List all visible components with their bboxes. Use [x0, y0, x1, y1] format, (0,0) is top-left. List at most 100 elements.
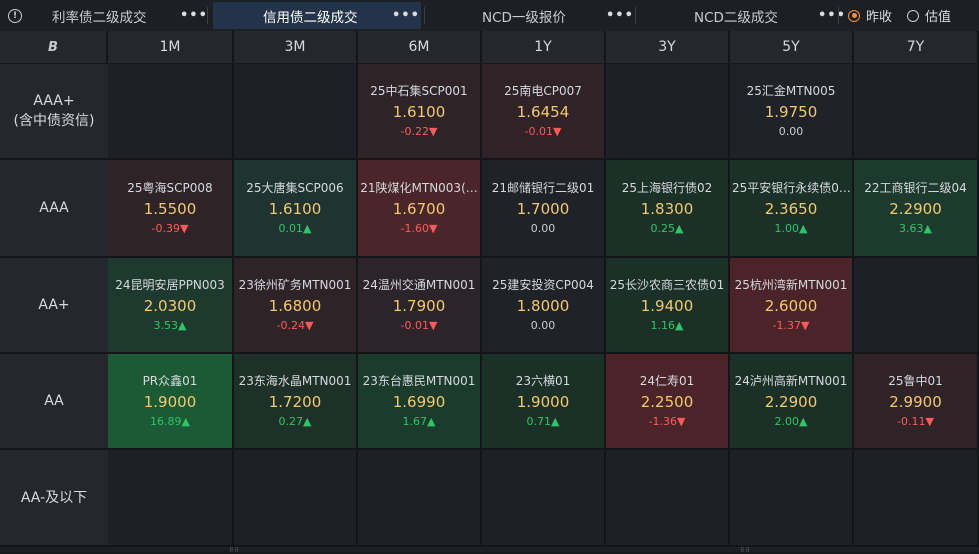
yield-change: -1.37▼ — [772, 319, 810, 332]
bond-name: 25建安投资CP004 — [492, 278, 594, 292]
row-label: AA — [0, 354, 108, 450]
rating-label: AAA+ — [33, 93, 75, 109]
bond-cell[interactable]: 25长沙农商三农债01 1.9400 1.16▲ — [606, 258, 730, 354]
bond-name: 21陕煤化MTN003(… — [360, 181, 478, 195]
yield-change: 1.67▲ — [402, 415, 436, 428]
info-button[interactable]: ! — [0, 0, 30, 31]
bond-name: 25大唐集SCP006 — [246, 181, 344, 195]
bond-name: 24仁寿01 — [639, 374, 695, 388]
bond-cell[interactable]: 25上海银行债02 1.8300 0.25▲ — [606, 160, 730, 258]
tab-ncd-primary-quote[interactable]: NCD一级报价 ••• — [428, 2, 634, 29]
bond-yield: 1.7200 — [268, 393, 322, 411]
bond-cell[interactable]: 22工商银行二级04 2.2900 3.63▲ — [854, 160, 979, 258]
bond-name: 23六横01 — [515, 374, 571, 388]
info-icon: ! — [8, 8, 22, 23]
tab-credit-bond-secondary[interactable]: 信用债二级成交 ••• — [213, 2, 421, 29]
column-header-7y: 7Y — [854, 31, 979, 63]
resize-grip-icon[interactable]: ⠿⠿ — [229, 547, 240, 554]
radio-checked-icon[interactable] — [848, 9, 860, 22]
bond-name: 25南电CP007 — [504, 84, 582, 98]
bond-cell[interactable]: 23徐州矿务MTN001 1.6800 -0.24▼ — [234, 258, 358, 354]
bond-yield: 1.9000 — [516, 393, 570, 411]
radio-valuation[interactable]: 估值 — [907, 0, 951, 31]
row-label: AAA — [0, 160, 108, 258]
rating-sublabel: (含中债资信) — [13, 113, 95, 129]
bond-name: 23徐州矿务MTN001 — [238, 278, 352, 292]
empty-cell — [108, 450, 234, 547]
bond-yield: 1.7000 — [516, 200, 570, 218]
more-icon[interactable]: ••• — [392, 8, 420, 23]
bond-cell[interactable]: 23六横01 1.9000 0.71▲ — [482, 354, 606, 450]
rating-label: AA-及以下 — [20, 489, 88, 506]
bond-cell[interactable]: 24泸州高新MTN001 2.2900 2.00▲ — [730, 354, 854, 450]
bond-cell[interactable]: 25鲁中01 2.9900 -0.11▼ — [854, 354, 979, 450]
yield-change: 3.53▲ — [153, 319, 187, 332]
tab-rate-bond-secondary[interactable]: 利率债二级成交 ••• — [30, 2, 210, 29]
column-header-1y: 1Y — [482, 31, 606, 63]
radio-label: 估值 — [925, 10, 952, 25]
bond-name: 22工商银行二级04 — [864, 181, 967, 195]
bond-cell[interactable]: 25汇金MTN005 1.9750 0.00 — [730, 64, 854, 160]
bond-cell[interactable]: 25南电CP007 1.6454 -0.01▼ — [482, 64, 606, 160]
yield-change: 0.00 — [778, 125, 804, 138]
bond-name: 25中石集SCP001 — [370, 84, 468, 98]
bond-cell[interactable]: 23东海水晶MTN001 1.7200 0.27▲ — [234, 354, 358, 450]
rating-label: AA — [44, 393, 64, 409]
row-label: AAA+ (含中债资信) — [0, 64, 108, 160]
empty-cell — [234, 64, 358, 160]
bond-name: 24昆明安居PPN003 — [115, 278, 225, 292]
empty-cell — [358, 450, 482, 547]
bond-yield: 1.8000 — [516, 297, 570, 315]
rating-label: AAA — [39, 200, 69, 216]
bond-cell[interactable]: PR众鑫01 1.9000 16.89▲ — [108, 354, 234, 450]
resize-grip-icon[interactable]: ⠿⠿ — [740, 547, 751, 554]
bond-name: 25鲁中01 — [888, 374, 943, 388]
yield-change: 0.01▲ — [278, 222, 312, 235]
yield-change: 3.63▲ — [899, 222, 932, 235]
more-icon[interactable]: ••• — [606, 8, 634, 23]
radio-prev-close[interactable]: 昨收 — [848, 0, 892, 31]
tab-divider — [635, 7, 636, 24]
bond-yield: 1.6100 — [268, 200, 322, 218]
bond-yield: 1.9000 — [143, 393, 197, 411]
bond-cell[interactable]: 21邮储银行二级01 1.7000 0.00 — [482, 160, 606, 258]
bond-yield: 2.2900 — [889, 200, 942, 218]
bond-yield: 1.9400 — [640, 297, 694, 315]
more-icon[interactable]: ••• — [180, 8, 208, 23]
bond-cell[interactable]: 21陕煤化MTN003(… 1.6700 -1.60▼ — [358, 160, 482, 258]
bottom-bar — [0, 547, 979, 552]
empty-cell — [108, 64, 234, 160]
empty-cell — [606, 450, 730, 547]
bond-cell[interactable]: 24仁寿01 2.2500 -1.36▼ — [606, 354, 730, 450]
tab-ncd-secondary[interactable]: NCD二级成交 ••• — [640, 2, 845, 29]
bond-yield: 1.6100 — [392, 103, 446, 121]
bond-name: 23东台惠民MTN001 — [362, 374, 476, 388]
bond-yield: 1.6454 — [516, 103, 570, 121]
bond-yield: 1.9750 — [764, 103, 818, 121]
bond-yield: 2.0300 — [143, 297, 197, 315]
bond-yield: 1.6800 — [268, 297, 322, 315]
yield-change: 0.00 — [530, 222, 556, 235]
yield-change: 1.16▲ — [650, 319, 684, 332]
yield-change: 0.25▲ — [650, 222, 684, 235]
tab-divider — [424, 7, 425, 24]
radio-unchecked-icon[interactable] — [907, 9, 919, 22]
bond-cell[interactable]: 25平安银行永续债0… 2.3650 1.00▲ — [730, 160, 854, 258]
bond-cell[interactable]: 24昆明安居PPN003 2.0300 3.53▲ — [108, 258, 234, 354]
empty-cell — [482, 450, 606, 547]
bond-cell[interactable]: 25建安投资CP004 1.8000 0.00 — [482, 258, 606, 354]
bond-cell[interactable]: 25杭州湾新MTN001 2.6000 -1.37▼ — [730, 258, 854, 354]
yield-change: -0.01▼ — [400, 319, 438, 332]
yield-change: 2.00▲ — [774, 415, 808, 428]
tab-bar: ! 利率债二级成交 ••• 信用债二级成交 ••• NCD一级报价 ••• NC… — [0, 0, 979, 32]
bond-cell[interactable]: 23东台惠民MTN001 1.6990 1.67▲ — [358, 354, 482, 450]
yield-change: -1.60▼ — [400, 222, 438, 235]
bond-cell[interactable]: 25中石集SCP001 1.6100 -0.22▼ — [358, 64, 482, 160]
bond-name: PR众鑫01 — [142, 374, 198, 388]
bond-cell[interactable]: 25大唐集SCP006 1.6100 0.01▲ — [234, 160, 358, 258]
bond-cell[interactable]: 24温州交通MTN001 1.7900 -0.01▼ — [358, 258, 482, 354]
bond-cell[interactable]: 25粤海SCP008 1.5500 -0.39▼ — [108, 160, 234, 258]
more-icon[interactable]: ••• — [818, 8, 846, 23]
bond-name: 25平安银行永续债0… — [732, 181, 850, 195]
yield-change: 0.00 — [530, 319, 556, 332]
